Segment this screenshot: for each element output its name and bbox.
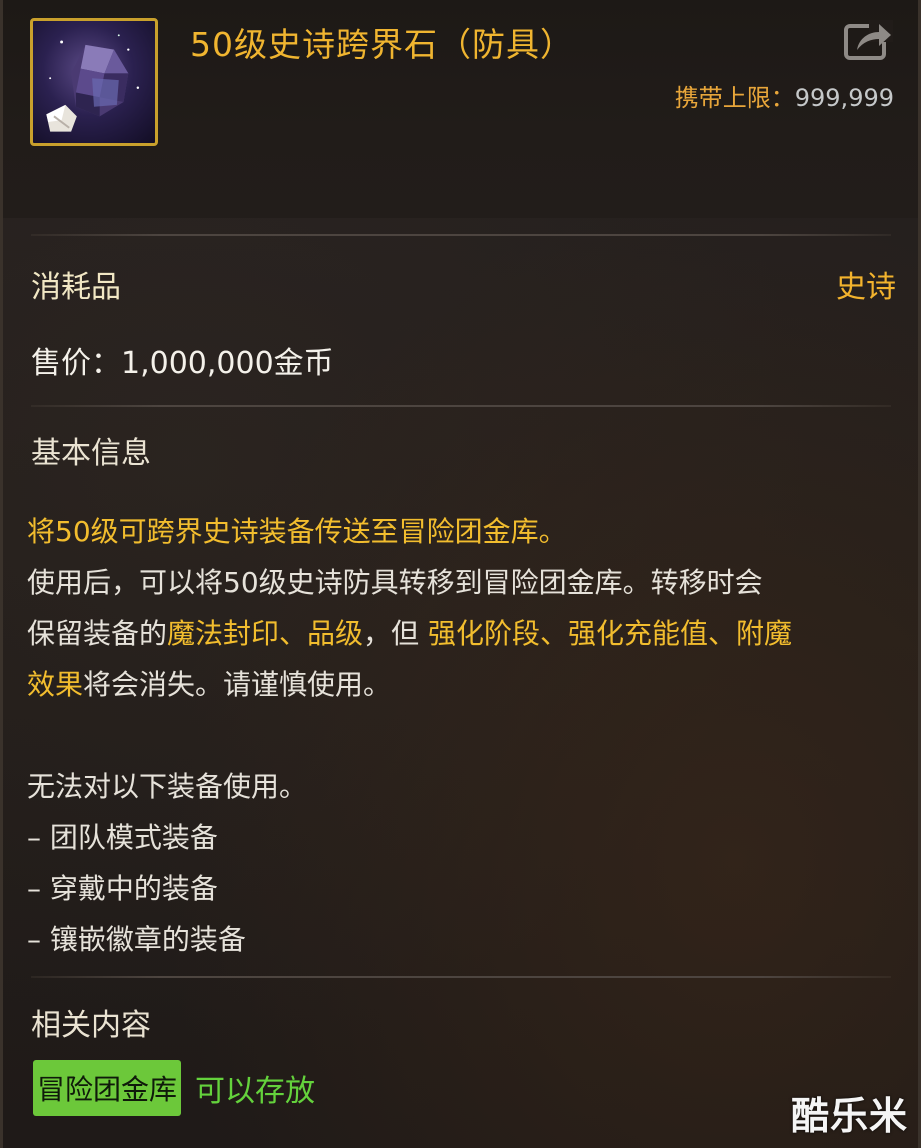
description-highlight: 强化阶段、强化充能值、附魔 [427, 617, 792, 650]
description-text: 保留装备的 [27, 617, 168, 650]
share-icon[interactable] [843, 20, 895, 62]
adventure-vault-tag[interactable]: 冒险团金库 [33, 1060, 182, 1116]
description-text: ，但 [363, 617, 428, 650]
item-category: 消耗品 [31, 270, 121, 305]
divider [31, 976, 891, 978]
basic-info-title: 基本信息 [31, 436, 151, 471]
related-content-title: 相关内容 [31, 1008, 151, 1043]
restriction-item: – 镶嵌徽章的装备 [27, 923, 246, 956]
carry-limit: 携带上限：999,999 [675, 78, 894, 113]
item-tooltip: 50级史诗跨界石（防具） 携带上限：999,999 消耗品 史诗 售价：1,00… [0, 0, 921, 1148]
carry-limit-value: 999,999 [794, 84, 894, 112]
carry-limit-label: 携带上限： [674, 84, 795, 112]
description-line: 将50级可跨界史诗装备传送至冒险团金库。 [27, 515, 567, 548]
divider [31, 405, 891, 407]
restriction-item: – 团队模式装备 [27, 821, 218, 854]
description-line: 保留装备的魔法封印、品级，但 强化阶段、强化充能值、附魔 [27, 608, 897, 659]
restriction-item: – 穿戴中的装备 [27, 872, 218, 905]
divider [31, 234, 891, 236]
crystal-stone-icon [30, 18, 158, 146]
item-title: 50级史诗跨界石（防具） [190, 25, 574, 64]
description-text: 将会消失。请谨慎使用。 [83, 668, 392, 701]
storable-status: 可以存放 [195, 1074, 316, 1109]
description-highlight: 效果 [27, 668, 84, 701]
tooltip-header: 50级史诗跨界石（防具） 携带上限：999,999 [3, 0, 918, 218]
item-description: 将50级可跨界史诗装备传送至冒险团金库。 使用后，可以将50级史诗防具转移到冒险… [27, 506, 897, 965]
item-rarity: 史诗 [836, 270, 896, 305]
item-price: 售价：1,000,000金币 [31, 346, 334, 381]
related-content-row: 冒险团金库 可以存放 [33, 1060, 315, 1116]
description-line: 效果将会消失。请谨慎使用。 [27, 659, 897, 710]
restriction-title: 无法对以下装备使用。 [27, 770, 308, 803]
description-line: 使用后，可以将50级史诗防具转移到冒险团金库。转移时会 [27, 566, 763, 599]
description-highlight: 魔法封印、品级 [167, 617, 364, 650]
watermark: 酷乐米 [790, 1094, 908, 1138]
